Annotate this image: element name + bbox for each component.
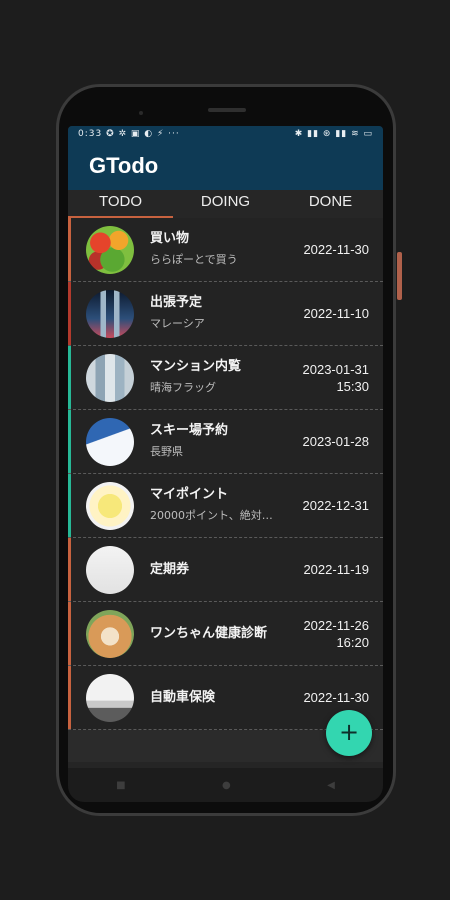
item-texts: マンション内覧 晴海フラッグ xyxy=(150,358,303,397)
home-icon[interactable]: ● xyxy=(222,780,231,791)
app-bar: GTodo xyxy=(68,142,383,190)
status-left: 0:33 ✪ ✲ ▣ ◐ ⚡ ··· xyxy=(78,129,180,139)
status-color-bar xyxy=(68,602,71,665)
item-time: 15:30 xyxy=(336,378,369,394)
app-title: GTodo xyxy=(89,153,159,178)
item-time: 16:20 xyxy=(336,634,369,650)
item-subtitle: 長野県 xyxy=(150,445,183,458)
item-texts: 出張予定 マレーシア xyxy=(150,294,303,333)
item-due: 2022-11-26 16:20 xyxy=(303,617,383,651)
item-date: 2023-01-28 xyxy=(302,434,370,449)
snow-mountain-thumbnail xyxy=(86,417,134,466)
item-date: 2022-11-10 xyxy=(303,306,369,321)
add-todo-button[interactable]: + xyxy=(326,710,372,756)
item-date: 2022-11-30 xyxy=(303,242,369,257)
item-subtitle: ららぽーとで買う xyxy=(150,253,238,266)
tab-todo[interactable]: TODO xyxy=(68,190,173,218)
item-date: 2022-12-31 xyxy=(302,498,370,513)
status-color-bar xyxy=(68,410,71,473)
item-due: 2023-01-31 15:30 xyxy=(303,361,384,395)
item-due: 2022-11-10 xyxy=(303,305,383,322)
status-right: ✱ ▮▮ ⊛ ▮▮ ≋ ▭ xyxy=(294,129,373,139)
item-due: 2022-11-30 xyxy=(303,689,383,706)
status-color-bar xyxy=(68,218,71,281)
list-item[interactable]: 出張予定 マレーシア 2022-11-10 xyxy=(68,282,383,346)
item-title: 出張予定 xyxy=(150,295,203,310)
list-item[interactable]: マイポイント 20000ポイント、絶対… 2022-12-31 xyxy=(68,474,383,538)
apartment-thumbnail xyxy=(86,353,134,402)
app-screen: 0:33 ✪ ✲ ▣ ◐ ⚡ ··· ✱ ▮▮ ⊛ ▮▮ ≋ ▭ GTodo T… xyxy=(68,126,383,794)
item-title: 買い物 xyxy=(150,231,190,246)
recent-apps-icon[interactable]: ■ xyxy=(116,780,125,791)
system-nav-bar: ■ ● ◀ xyxy=(68,768,383,802)
item-due: 2022-12-31 xyxy=(303,497,384,514)
points-card-thumbnail xyxy=(86,481,134,530)
item-texts: 買い物 ららぽーとで買う xyxy=(150,230,303,269)
item-date: 2022-11-19 xyxy=(303,562,369,577)
item-title: マイポイント xyxy=(150,487,229,502)
commuter-pass-thumbnail xyxy=(86,545,134,594)
front-camera xyxy=(139,111,143,115)
tab-doing[interactable]: DOING xyxy=(173,190,278,218)
list-item[interactable]: スキー場予約 長野県 2023-01-28 xyxy=(68,410,383,474)
item-due: 2022-11-19 xyxy=(303,561,383,578)
item-texts: 定期券 xyxy=(150,561,303,579)
item-date: 2022-11-26 xyxy=(303,617,369,633)
city-towers-thumbnail xyxy=(86,289,134,338)
earpiece-speaker xyxy=(208,108,246,112)
list-item[interactable]: 定期券 2022-11-19 xyxy=(68,538,383,602)
item-title: ワンちゃん健康診断 xyxy=(150,625,268,641)
item-texts: マイポイント 20000ポイント、絶対… xyxy=(150,486,303,525)
status-color-bar xyxy=(68,474,71,537)
list-item[interactable]: 買い物 ららぽーとで買う 2022-11-30 xyxy=(68,218,383,282)
status-color-bar xyxy=(68,346,71,409)
item-subtitle: 20000ポイント、絶対… xyxy=(150,509,273,522)
list-item[interactable]: ワンちゃん健康診断 2022-11-26 16:20 xyxy=(68,602,383,666)
status-color-bar xyxy=(68,282,71,345)
status-bar: 0:33 ✪ ✲ ▣ ◐ ⚡ ··· ✱ ▮▮ ⊛ ▮▮ ≋ ▭ xyxy=(68,126,383,142)
back-icon[interactable]: ◀ xyxy=(327,780,335,791)
item-title: 定期券 xyxy=(150,561,190,577)
status-color-bar xyxy=(68,538,71,601)
item-due: 2023-01-28 xyxy=(303,433,384,450)
item-date: 2023-01-31 xyxy=(302,361,370,377)
vegetables-thumbnail xyxy=(86,225,134,274)
tab-bar: TODO DOING DONE xyxy=(68,190,383,218)
item-due: 2022-11-30 xyxy=(303,241,383,258)
item-subtitle: 晴海フラッグ xyxy=(150,381,216,394)
status-color-bar xyxy=(68,666,71,729)
list-item[interactable]: マンション内覧 晴海フラッグ 2023-01-31 15:30 xyxy=(68,346,383,410)
item-title: 自動車保険 xyxy=(150,689,216,705)
item-texts: ワンちゃん健康診断 xyxy=(150,625,303,643)
dog-thumbnail xyxy=(86,609,134,658)
power-button xyxy=(397,252,402,300)
tab-done[interactable]: DONE xyxy=(278,190,383,218)
item-title: マンション内覧 xyxy=(150,359,242,374)
item-texts: 自動車保険 xyxy=(150,689,303,707)
item-title: スキー場予約 xyxy=(150,423,229,438)
item-date: 2022-11-30 xyxy=(303,690,369,705)
item-texts: スキー場予約 長野県 xyxy=(150,422,303,461)
todo-list: 買い物 ららぽーとで買う 2022-11-30 出張予定 マレーシア 2022-… xyxy=(68,218,383,730)
item-subtitle: マレーシア xyxy=(150,317,205,330)
car-thumbnail xyxy=(86,673,134,722)
